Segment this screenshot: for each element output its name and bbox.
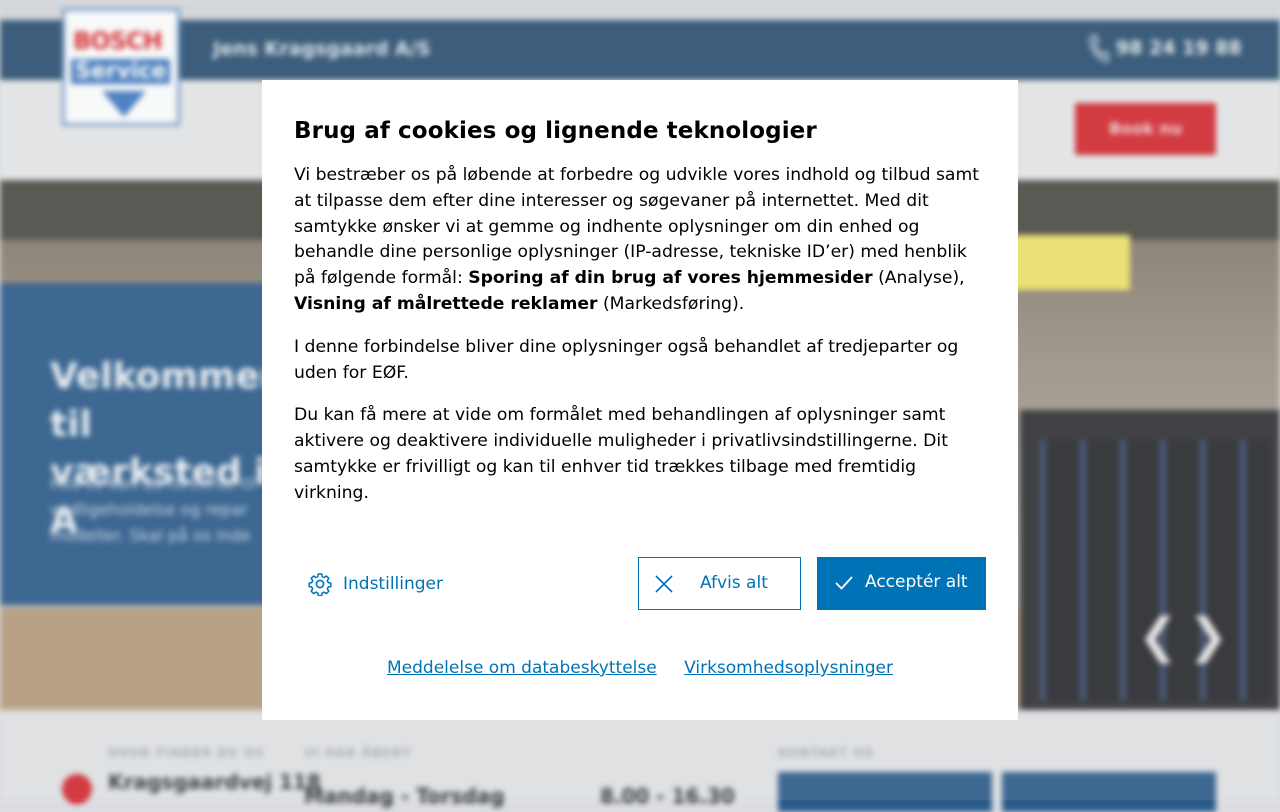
- settings-button[interactable]: Indstillinger: [308, 569, 443, 599]
- purpose-analysis: Sporing af din brug af vores hjemmesider: [468, 268, 873, 289]
- dialog-paragraph-settings: Du kan få mere at vide om formålet med b…: [294, 405, 948, 503]
- company-info-link[interactable]: Virksomhedsoplysninger: [684, 658, 893, 678]
- cookie-consent-dialog: Brug af cookies og lignende teknologier …: [262, 80, 1018, 720]
- close-icon: [655, 575, 673, 593]
- dialog-paragraph-thirdparty: I denne forbindelse bliver dine oplysnin…: [294, 336, 959, 383]
- gear-icon: [308, 573, 332, 596]
- purpose-marketing: Visning af målrettede reklamer: [294, 293, 598, 314]
- dialog-paragraph-purpose: Vi bestræber os på løbende at forbedre o…: [294, 163, 986, 318]
- purpose-marketing-label: (Markedsføring).: [597, 293, 745, 314]
- reject-all-button[interactable]: Afvis alt: [638, 557, 801, 610]
- accept-all-label: Acceptér alt: [865, 572, 968, 592]
- dialog-title: Brug af cookies og lignende teknologier: [294, 118, 817, 144]
- reject-all-label: Afvis alt: [700, 573, 768, 593]
- privacy-notice-link[interactable]: Meddelelse om databeskyttelse: [387, 658, 657, 678]
- checkmark-icon: [835, 576, 853, 590]
- purpose-analysis-label: (Analyse),: [872, 268, 965, 289]
- accept-all-button[interactable]: Acceptér alt: [817, 557, 986, 610]
- dialog-footer-links: Meddelelse om databeskyttelse Virksomhed…: [262, 658, 1018, 678]
- settings-label: Indstillinger: [343, 574, 444, 594]
